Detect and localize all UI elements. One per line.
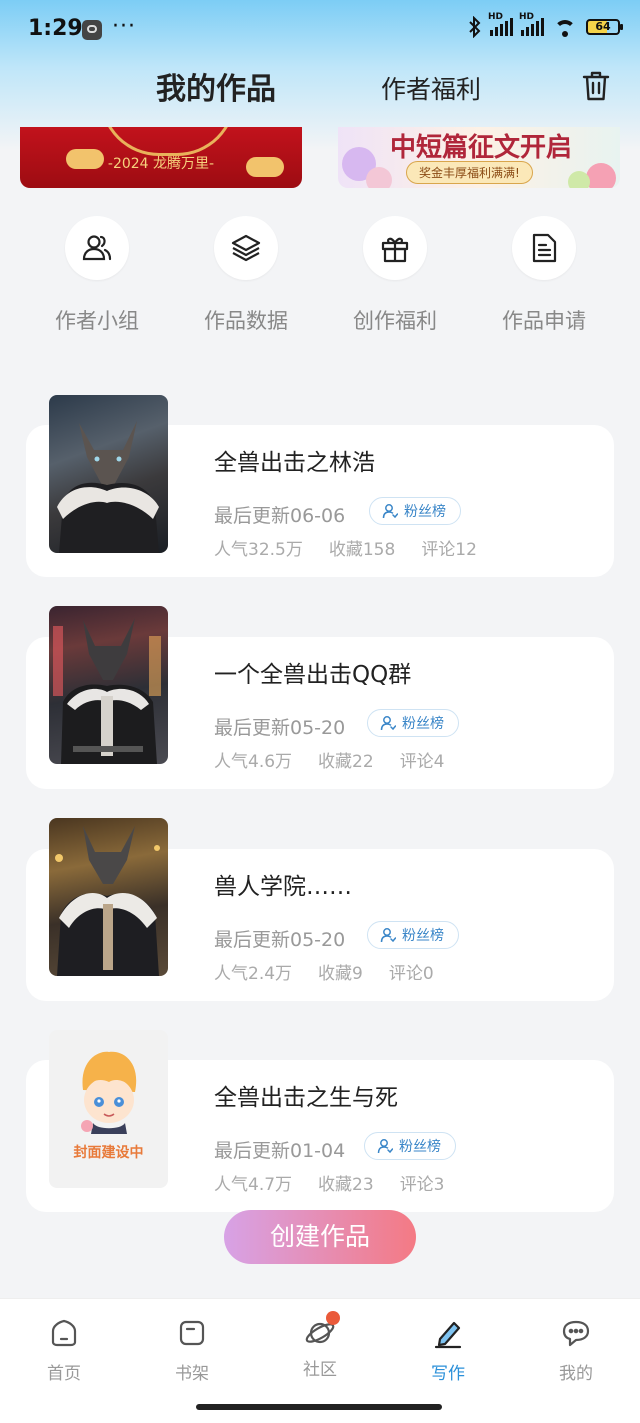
fans-ranking-button[interactable]: 粉丝榜 <box>367 921 459 949</box>
nav-label: 社区 <box>303 1360 337 1380</box>
quick-action-label: 创作福利 <box>353 309 437 333</box>
trash-icon[interactable] <box>582 70 610 102</box>
comments: 评论4 <box>399 752 445 772</box>
quick-actions: 作者小组 作品数据 创作福利 作品申请 <box>0 216 640 336</box>
header: 我的作品 作者福利 <box>0 60 640 116</box>
nav-label: 首页 <box>47 1364 81 1384</box>
banner-left-text: -2024 龙腾万里- <box>107 156 215 172</box>
signal-2-icon: HD <box>519 12 544 36</box>
work-cover[interactable] <box>49 606 168 764</box>
home-icon <box>51 1319 77 1347</box>
tab-author-benefits[interactable]: 作者福利 <box>381 70 481 106</box>
work-stats: 人气2.4万 收藏9 评论0 <box>214 959 460 984</box>
wolf-cover-art <box>53 618 161 764</box>
wolf-cover-art <box>55 826 160 976</box>
balloon-decoration <box>586 163 616 188</box>
nav-bookshelf[interactable]: 书架 <box>147 1317 237 1384</box>
create-work-button[interactable]: 创建作品 <box>224 1210 416 1264</box>
user-icon <box>377 1139 393 1154</box>
favorites: 收藏9 <box>318 964 363 984</box>
comments: 评论0 <box>388 964 434 984</box>
quick-action-label: 作品数据 <box>204 309 288 333</box>
user-icon <box>382 504 398 519</box>
banner-arc <box>100 127 236 156</box>
work-title: 全兽出击之生与死 <box>214 1085 398 1111</box>
mascot-illustration <box>81 1051 137 1134</box>
work-title: 全兽出击之林浩 <box>214 450 375 476</box>
balloon-decoration <box>568 171 590 188</box>
battery-icon: 64 <box>586 19 623 35</box>
quick-action-label: 作品申请 <box>502 309 586 333</box>
bluetooth-icon <box>469 16 481 38</box>
quick-works-application[interactable]: 作品申请 <box>479 216 609 335</box>
popularity: 人气4.6万 <box>214 752 293 772</box>
banner-right-title: 中短篇征文开启 <box>390 133 573 163</box>
nav-home[interactable]: 首页 <box>19 1317 109 1384</box>
work-updated: 最后更新06-06 <box>214 505 346 527</box>
signal-1-icon: HD <box>488 12 513 36</box>
document-icon <box>532 233 557 263</box>
favorites: 收藏158 <box>328 540 396 560</box>
work-stats: 人气4.7万 收藏23 评论3 <box>214 1170 471 1195</box>
quick-creation-benefits[interactable]: 创作福利 <box>330 216 460 335</box>
wifi-icon <box>552 17 578 37</box>
quick-author-group[interactable]: 作者小组 <box>32 216 162 335</box>
work-cover-placeholder[interactable]: 封面建设中 <box>49 1030 168 1188</box>
fans-ranking-button[interactable]: 粉丝榜 <box>369 497 461 525</box>
balloon-decoration <box>366 167 392 188</box>
nav-label: 写作 <box>431 1364 465 1384</box>
pen-icon <box>434 1321 462 1349</box>
gift-icon <box>381 237 409 263</box>
fans-ranking-button[interactable]: 粉丝榜 <box>364 1132 456 1160</box>
status-bar: 1:29 ··· HD HD 64 <box>0 0 640 60</box>
work-title: 兽人学院…… <box>214 874 352 900</box>
work-cover[interactable] <box>49 395 168 553</box>
tab-my-works[interactable]: 我的作品 <box>156 64 276 108</box>
work-stats: 人气32.5万 收藏158 评论12 <box>214 535 503 560</box>
user-icon <box>380 928 396 943</box>
fans-ranking-button[interactable]: 粉丝榜 <box>367 709 459 737</box>
banner-dragon-year[interactable]: -2024 龙腾万里- <box>20 127 302 188</box>
fans-ranking-label: 粉丝榜 <box>402 928 444 944</box>
fans-ranking-label: 粉丝榜 <box>399 1139 441 1155</box>
bookshelf-icon <box>179 1320 205 1346</box>
favorites: 收藏23 <box>318 1175 374 1195</box>
layers-icon <box>231 234 261 262</box>
fans-ranking-label: 粉丝榜 <box>402 716 444 732</box>
quick-action-label: 作者小组 <box>55 309 139 333</box>
work-cover[interactable] <box>49 818 168 976</box>
work-stats: 人气4.6万 收藏22 评论4 <box>214 747 471 772</box>
popularity: 人气2.4万 <box>214 964 293 984</box>
status-time: 1:29 <box>28 16 83 41</box>
home-indicator[interactable] <box>196 1404 442 1410</box>
chat-icon <box>562 1320 590 1347</box>
popularity: 人气4.7万 <box>214 1175 293 1195</box>
banner-essay-contest[interactable]: 中短篇征文开启 奖金丰厚福利满满! <box>338 127 620 188</box>
nav-mine[interactable]: 我的 <box>531 1317 621 1384</box>
work-title: 一个全兽出击QQ群 <box>214 662 412 688</box>
nav-write[interactable]: 写作 <box>403 1317 493 1384</box>
work-updated: 最后更新05-20 <box>214 929 346 951</box>
work-updated: 最后更新05-20 <box>214 717 346 739</box>
quick-works-data[interactable]: 作品数据 <box>181 216 311 335</box>
notification-dot <box>326 1311 340 1325</box>
wolf-cover-art <box>57 421 159 553</box>
work-updated: 最后更新01-04 <box>214 1140 346 1162</box>
nav-label: 我的 <box>559 1364 593 1384</box>
comments: 评论12 <box>421 540 477 560</box>
popularity: 人气32.5万 <box>214 540 303 560</box>
nav-label: 书架 <box>175 1364 209 1384</box>
comments: 评论3 <box>399 1175 445 1195</box>
user-icon <box>380 716 396 731</box>
message-notification-icon <box>82 20 102 40</box>
cover-placeholder-text: 封面建设中 <box>73 1145 144 1161</box>
nav-community[interactable]: 社区 <box>275 1311 365 1380</box>
fans-ranking-label: 粉丝榜 <box>404 504 446 520</box>
favorites: 收藏22 <box>318 752 374 772</box>
banner-right-subtitle: 奖金丰厚福利满满! <box>406 161 533 184</box>
more-notifications-icon: ··· <box>112 14 136 39</box>
people-icon <box>82 235 112 261</box>
